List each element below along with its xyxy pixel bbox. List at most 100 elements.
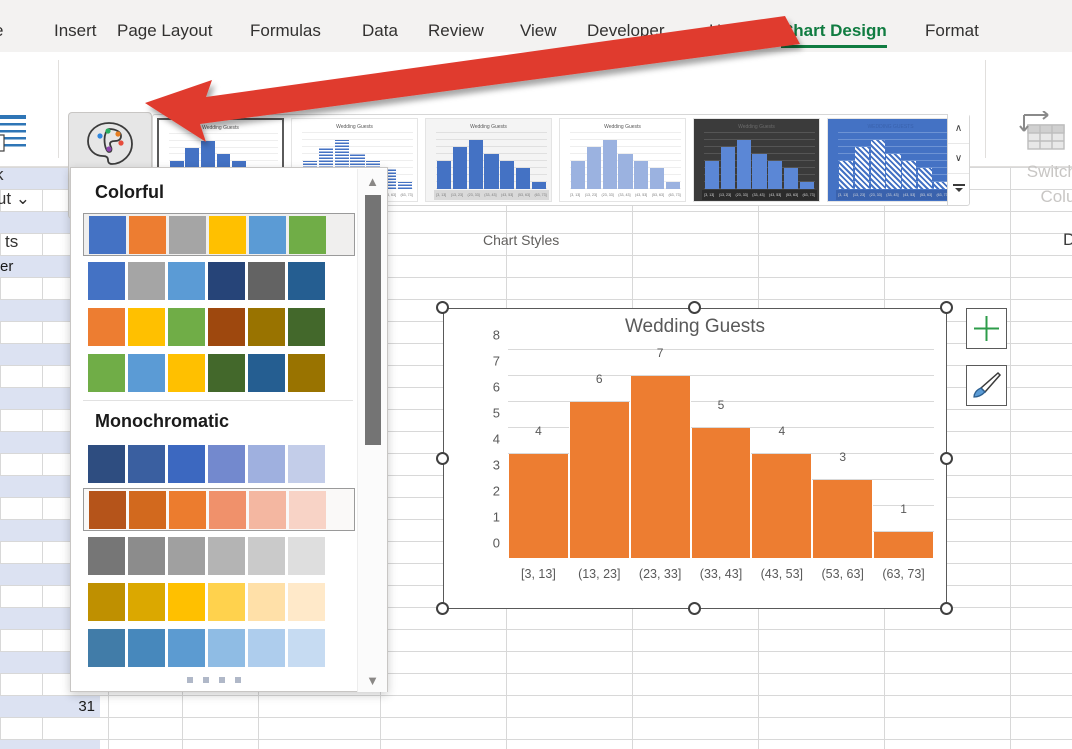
dropdown-scrollbar[interactable]: ▲ ▼ <box>357 169 387 692</box>
color-swatch[interactable] <box>288 628 325 667</box>
color-swatch[interactable] <box>128 628 165 667</box>
chart-elements-button[interactable] <box>966 308 1007 349</box>
gallery-scroll-up-button[interactable]: ∧ <box>948 114 969 144</box>
chart-title[interactable]: Wedding Guests <box>444 316 946 338</box>
color-palette-row[interactable] <box>83 534 355 577</box>
color-swatch[interactable] <box>89 490 126 529</box>
color-swatch[interactable] <box>128 582 165 621</box>
chart-resize-handle[interactable] <box>688 602 701 615</box>
ribbon-tab-help[interactable]: Help <box>709 21 744 41</box>
worksheet-cell[interactable]: 31 <box>30 698 95 715</box>
color-palette-row[interactable] <box>83 351 355 394</box>
color-swatch[interactable] <box>248 444 285 483</box>
color-swatch[interactable] <box>88 444 125 483</box>
ribbon-tab-review[interactable]: Review <box>428 21 484 41</box>
color-swatch[interactable] <box>88 261 125 300</box>
color-swatch[interactable] <box>208 444 245 483</box>
color-swatch[interactable] <box>89 215 126 254</box>
color-swatch[interactable] <box>208 582 245 621</box>
chart-resize-handle[interactable] <box>688 301 701 314</box>
color-palette-row[interactable] <box>83 442 355 485</box>
table-row[interactable] <box>0 740 100 749</box>
ribbon-tab-formulas[interactable]: Formulas <box>250 21 321 41</box>
ribbon-tab-format[interactable]: Format <box>925 21 979 41</box>
chart-style-thumbnail[interactable]: WEDDING GUESTS [3, 13] (13, 23] (23, 33] (33… <box>827 118 954 202</box>
dropdown-scroll-down-arrow[interactable]: ▼ <box>358 668 387 692</box>
color-swatch[interactable] <box>289 490 326 529</box>
chart-resize-handle[interactable] <box>940 451 953 465</box>
color-swatch[interactable] <box>208 536 245 575</box>
gallery-scrollbar[interactable]: ∧ ∨ <box>947 114 969 206</box>
color-palette-row[interactable] <box>83 626 355 669</box>
color-swatch[interactable] <box>249 490 286 529</box>
ribbon-tab-developer[interactable]: Developer <box>587 21 665 41</box>
color-swatch[interactable] <box>248 261 285 300</box>
color-swatch[interactable] <box>88 582 125 621</box>
color-swatch[interactable] <box>168 582 205 621</box>
color-swatch[interactable] <box>169 215 206 254</box>
chart-bar[interactable] <box>568 402 630 558</box>
color-swatch[interactable] <box>88 628 125 667</box>
chart-bar[interactable] <box>508 454 569 558</box>
color-swatch[interactable] <box>288 582 325 621</box>
change-colors-dropdown[interactable]: ▲ ▼ Colorful Monochromatic <box>70 167 388 692</box>
color-swatch[interactable] <box>288 353 325 392</box>
color-swatch[interactable] <box>248 536 285 575</box>
color-swatch[interactable] <box>168 628 205 667</box>
dropdown-scroll-thumb[interactable] <box>365 195 381 445</box>
color-swatch[interactable] <box>288 307 325 346</box>
color-swatch[interactable] <box>128 307 165 346</box>
color-swatch[interactable] <box>168 444 205 483</box>
color-palette-row[interactable] <box>83 580 355 623</box>
color-swatch[interactable] <box>208 307 245 346</box>
chart-bar[interactable] <box>751 454 813 558</box>
gallery-scroll-down-button[interactable]: ∨ <box>948 144 969 174</box>
color-swatch[interactable] <box>248 582 285 621</box>
color-swatch[interactable] <box>129 215 166 254</box>
ribbon-tab-data[interactable]: Data <box>362 21 398 41</box>
color-swatch[interactable] <box>288 261 325 300</box>
color-palette-row[interactable] <box>83 305 355 348</box>
gallery-more-button[interactable] <box>948 174 969 204</box>
color-swatch[interactable] <box>249 215 286 254</box>
color-swatch[interactable] <box>208 353 245 392</box>
color-swatch[interactable] <box>168 261 205 300</box>
color-swatch[interactable] <box>168 307 205 346</box>
color-swatch[interactable] <box>288 536 325 575</box>
color-swatch[interactable] <box>209 215 246 254</box>
chart-style-thumbnail[interactable]: Wedding Guests [3, 13](13, 23] (23, 33] (33… <box>559 118 686 202</box>
color-palette-row[interactable] <box>83 213 355 256</box>
color-swatch[interactable] <box>168 536 205 575</box>
color-swatch[interactable] <box>248 628 285 667</box>
color-swatch[interactable] <box>88 536 125 575</box>
color-swatch[interactable] <box>288 444 325 483</box>
chart-resize-handle[interactable] <box>436 301 449 314</box>
color-swatch[interactable] <box>129 490 166 529</box>
color-swatch[interactable] <box>248 353 285 392</box>
color-swatch[interactable] <box>168 353 205 392</box>
ribbon-tab-page-layout[interactable]: Page Layout <box>117 21 212 41</box>
color-swatch[interactable] <box>128 261 165 300</box>
chart-style-thumbnail[interactable]: Wedding Guests [3, 13](13, 23] (23, 33] (33… <box>425 118 552 202</box>
chart-resize-handle[interactable] <box>436 451 449 465</box>
color-swatch[interactable] <box>208 261 245 300</box>
chart-styles-button[interactable] <box>966 365 1007 406</box>
ribbon-tab-view[interactable]: View <box>520 21 557 41</box>
color-swatch[interactable] <box>128 536 165 575</box>
chart-plot-area[interactable]: 0 1 2 3 4 5 6 7 8 4 [3, 13] 6 (13, 23] 7 (23, 33] 5 (33,… <box>493 328 934 581</box>
chart-bar[interactable] <box>690 428 752 558</box>
ribbon-tab-insert[interactable]: Insert <box>54 21 97 41</box>
chart-resize-handle[interactable] <box>436 602 449 615</box>
chart-bar[interactable] <box>629 376 691 558</box>
chart-bar[interactable] <box>873 532 934 558</box>
color-swatch[interactable] <box>128 353 165 392</box>
chart-object[interactable]: Wedding Guests 0 1 2 3 4 5 6 7 8 4 [3, 13] 6 (13, 23… <box>443 308 947 609</box>
color-swatch[interactable] <box>209 490 246 529</box>
dropdown-scroll-up-arrow[interactable]: ▲ <box>358 169 387 193</box>
color-palette-row[interactable] <box>83 488 355 531</box>
ribbon-tab-chart-design[interactable]: Chart Design <box>781 21 887 48</box>
color-swatch[interactable] <box>289 215 326 254</box>
color-swatch[interactable] <box>248 307 285 346</box>
chart-resize-handle[interactable] <box>940 602 953 615</box>
color-swatch[interactable] <box>128 444 165 483</box>
